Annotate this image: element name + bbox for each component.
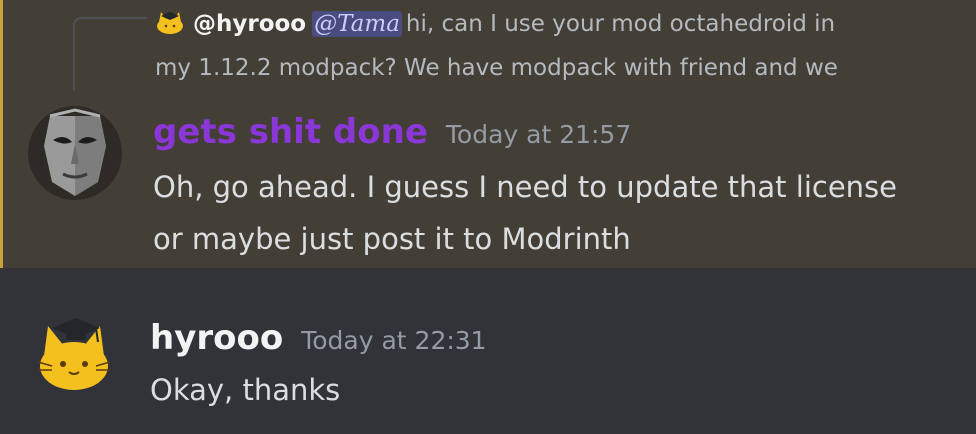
message-header: gets shit done Today at 21:57 (153, 112, 631, 152)
message-text-line-1: Okay, thanks (150, 373, 341, 407)
chat-view: @hyrooo @Tama hi, can I use your mod octah… (0, 0, 976, 434)
message-timestamp[interactable]: Today at 22:31 (301, 326, 486, 355)
message-author[interactable]: hyrooo (150, 318, 283, 358)
reply-connector (73, 17, 147, 91)
message-text-line-2: or maybe just post it to Modrinth (153, 222, 631, 256)
highlighted-message[interactable]: @hyrooo @Tama hi, can I use your mod octah… (0, 0, 976, 268)
cat-graduation-cap-icon (157, 12, 183, 34)
reply-text-line-2: my 1.12.2 modpack? We have modpack with … (155, 55, 838, 81)
message-header: hyrooo Today at 22:31 (150, 318, 487, 358)
reply-text-line-1: hi, can I use your mod octahedroid in (405, 11, 836, 37)
cat-graduation-cap-avatar[interactable] (36, 316, 112, 392)
reply-mention[interactable]: @Tama (312, 11, 402, 37)
reply-author[interactable]: @hyrooo (193, 11, 306, 37)
message-author[interactable]: gets shit done (153, 112, 428, 152)
message-text-line-1: Oh, go ahead. I guess I need to update t… (153, 170, 897, 204)
message-timestamp[interactable]: Today at 21:57 (446, 120, 631, 149)
reply-preview[interactable]: @hyrooo @Tama hi, can I use your mod octah… (155, 2, 955, 90)
stone-mask-avatar[interactable] (28, 106, 122, 200)
